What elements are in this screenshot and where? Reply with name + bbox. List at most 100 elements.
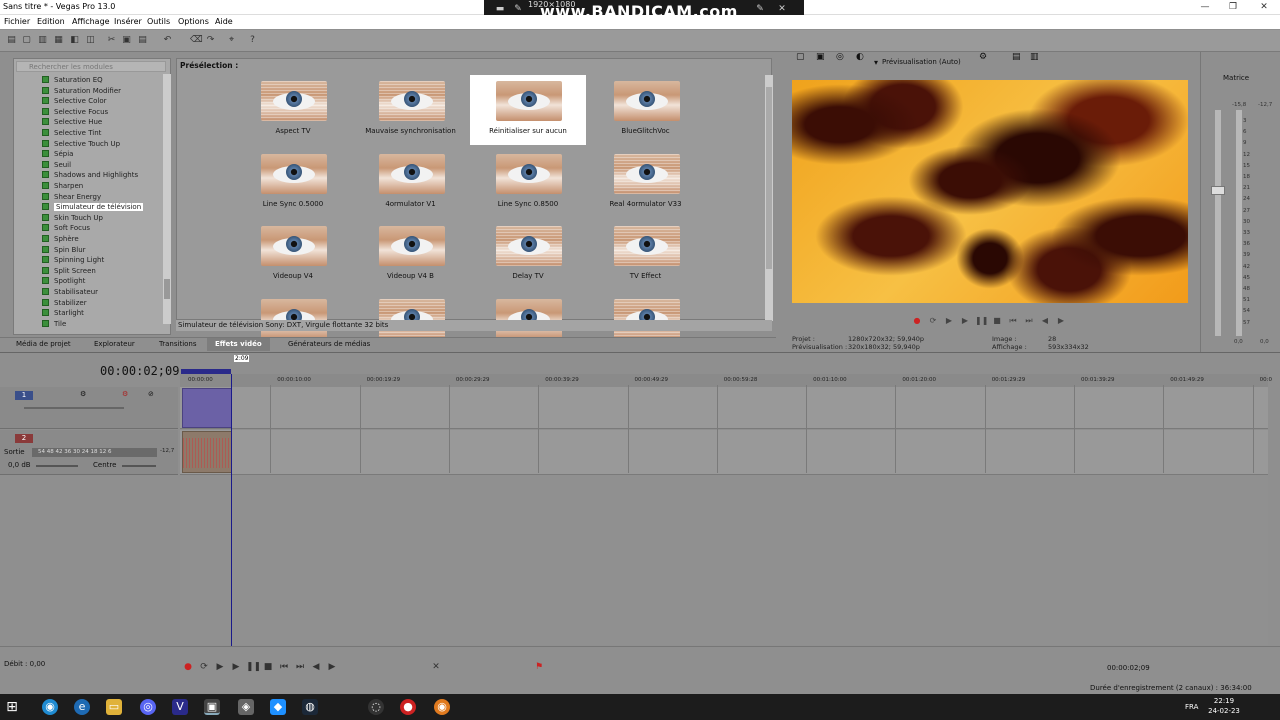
preset-item[interactable]: Mauvaise synchronisation <box>353 75 469 145</box>
marker-button[interactable]: ⚑ <box>533 661 545 673</box>
preset-item[interactable]: Line Sync 0.8500 <box>470 148 586 218</box>
play-from-start-button[interactable]: ▶ <box>214 661 226 673</box>
app-icon[interactable]: ◈ <box>238 699 254 715</box>
preview-tool-icon-0[interactable]: ▢ <box>796 52 805 62</box>
cut-button[interactable]: ✕ <box>430 661 442 673</box>
toolbar-icon-8[interactable]: ▤ <box>137 35 148 46</box>
prev-frame-icon[interactable]: ◀ <box>1039 316 1051 326</box>
video-clip[interactable] <box>182 388 232 428</box>
toolbar-icon-4[interactable]: ◧ <box>69 35 80 46</box>
preview-tool-icon-5[interactable]: ▤ <box>1012 52 1021 62</box>
toolbar-icon-3[interactable]: ▦ <box>53 35 64 46</box>
tab-2[interactable]: Transitions <box>159 340 197 348</box>
bandicam-icon[interactable]: ● <box>400 699 416 715</box>
play-button[interactable]: ▶ <box>230 661 242 673</box>
menu-item-5[interactable]: Options <box>178 17 209 26</box>
prev-frame-button[interactable]: ◀ <box>310 661 322 673</box>
tree-scrollbar[interactable] <box>163 74 171 324</box>
steam-icon[interactable]: ◍ <box>302 699 318 715</box>
start-icon[interactable]: ⊞ <box>4 699 20 715</box>
plugin-item[interactable]: Selective Color <box>42 96 107 107</box>
presets-scroll-thumb[interactable] <box>766 87 772 269</box>
tab-4[interactable]: Générateurs de médias <box>288 340 370 348</box>
close-icon[interactable]: ✕ <box>776 3 788 15</box>
discord-icon[interactable]: ◎ <box>140 699 156 715</box>
preset-item[interactable]: Réinitialiser sur aucun <box>470 75 586 145</box>
menu-item-6[interactable]: Aide <box>215 17 233 26</box>
go-end-button[interactable]: ⏭ <box>294 661 306 673</box>
plugin-item[interactable]: Seuil <box>42 160 71 171</box>
preset-item[interactable]: Real 4ormulator V33 <box>588 148 704 218</box>
playhead[interactable] <box>231 374 232 646</box>
plugin-item[interactable]: Stabilisateur <box>42 287 98 298</box>
language-indicator[interactable]: FRA <box>1185 703 1198 711</box>
loop-button[interactable]: ⟳ <box>198 661 210 673</box>
pause-icon[interactable]: ❚❚ <box>975 316 988 326</box>
menu-item-1[interactable]: Edition <box>37 17 65 26</box>
plugin-item[interactable]: Soft Focus <box>42 223 90 234</box>
preview-tool-icon-6[interactable]: ▥ <box>1030 52 1039 62</box>
vegas-window-icon[interactable]: ▣ <box>204 699 220 715</box>
record-button[interactable]: ● <box>182 661 194 673</box>
plugin-item[interactable]: Spotlight <box>42 276 85 287</box>
menu-item-3[interactable]: Insérer <box>114 17 142 26</box>
toolbar-icon-7[interactable]: ▣ <box>121 35 132 46</box>
stop-button[interactable]: ■ <box>262 661 274 673</box>
track-solo-icon[interactable]: ⊘ <box>148 390 154 398</box>
preview-mode[interactable]: Prévisualisation (Auto) <box>882 58 961 66</box>
toolbar-icon-1[interactable]: ▢ <box>21 35 32 46</box>
preview-tool-icon-4[interactable]: ⚙ <box>979 52 987 62</box>
next-frame-button[interactable]: ▶ <box>326 661 338 673</box>
plugin-item[interactable]: Skin Touch Up <box>42 213 103 224</box>
plugin-item[interactable]: Sharpen <box>42 181 83 192</box>
toolbar-icon-6[interactable]: ✂ <box>106 35 117 46</box>
menu-item-0[interactable]: Fichier <box>4 17 30 26</box>
menu-item-2[interactable]: Affichage <box>72 17 110 26</box>
preset-item[interactable]: Delay TV <box>470 220 586 290</box>
plugin-item[interactable]: Saturation Modifier <box>42 86 121 97</box>
audio-clip[interactable] <box>182 431 232 473</box>
plugin-item[interactable]: Stabilizer <box>42 298 87 309</box>
track-fx-icon[interactable]: ⚙ <box>80 390 86 398</box>
loop-icon[interactable]: ⟳ <box>927 316 939 326</box>
plugin-item[interactable]: Sépia <box>42 149 73 160</box>
next-frame-icon[interactable]: ▶ <box>1055 316 1067 326</box>
preview-tool-icon-3[interactable]: ◐ <box>856 52 864 62</box>
preset-item[interactable]: BlueGlitchVoc <box>588 75 704 145</box>
preview-mode-icon[interactable]: ▾ <box>874 58 878 67</box>
toolbar-icon-13[interactable]: ? <box>247 35 258 46</box>
pause-button[interactable]: ❚❚ <box>246 661 261 673</box>
pin-icon[interactable]: ✎ <box>512 3 524 15</box>
maximize-button[interactable]: ❐ <box>1218 0 1248 15</box>
plugin-item[interactable]: Sphère <box>42 234 79 245</box>
plugin-search-input[interactable]: Rechercher les modules <box>16 61 166 72</box>
record-icon[interactable]: ● <box>911 316 923 326</box>
play-icon[interactable]: ▶ <box>959 316 971 326</box>
tab-0[interactable]: Média de projet <box>16 340 71 348</box>
preset-item[interactable]: Line Sync 0.5000 <box>235 148 351 218</box>
plugin-item[interactable]: Shear Energy <box>42 192 101 203</box>
timeline-empty-area[interactable] <box>180 475 1268 645</box>
taskbar-clock[interactable]: 22:19 24-02-23 <box>1204 696 1244 716</box>
toolbar-icon-0[interactable]: ▤ <box>6 35 17 46</box>
tab-1[interactable]: Explorateur <box>94 340 135 348</box>
tree-scroll-thumb[interactable] <box>164 279 170 299</box>
preset-item[interactable]: Videoup V4 <box>235 220 351 290</box>
go-start-button[interactable]: ⏮ <box>278 661 290 673</box>
master-fader[interactable] <box>1211 186 1225 195</box>
pencil-icon[interactable]: ✎ <box>754 3 766 15</box>
preset-item[interactable]: 4ormulator V1 <box>353 148 469 218</box>
close-button[interactable]: ✕ <box>1249 0 1279 15</box>
preset-item[interactable]: Aspect TV <box>235 75 351 145</box>
preset-item[interactable]: Videoup V4 B <box>353 220 469 290</box>
vegas-icon[interactable]: V <box>172 699 188 715</box>
preview-tool-icon-1[interactable]: ▣ <box>816 52 825 62</box>
toolbar-icon-10[interactable]: ↶ <box>162 35 173 46</box>
toolbar-icon-5[interactable]: ◫ <box>85 35 96 46</box>
audio-track-lane[interactable] <box>180 430 1268 475</box>
play-from-start-icon[interactable]: ▶ <box>943 316 955 326</box>
plugin-item[interactable]: Selective Focus <box>42 107 108 118</box>
tab-3[interactable]: Effets vidéo <box>207 338 270 351</box>
plugin-item[interactable]: Tile <box>42 319 66 330</box>
plugin-item[interactable]: Selective Touch Up <box>42 139 120 150</box>
